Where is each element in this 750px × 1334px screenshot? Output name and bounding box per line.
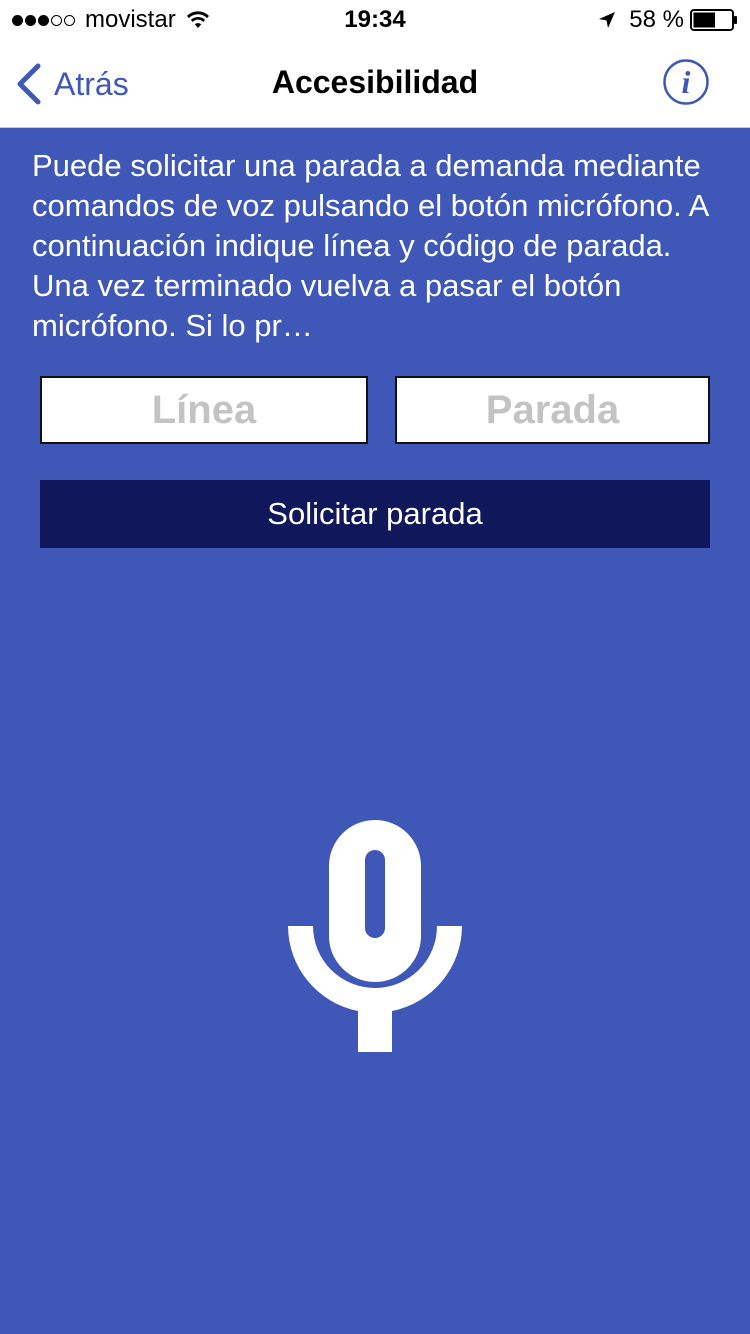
microphone-icon[interactable] [285,818,465,1054]
battery-icon [690,9,737,31]
back-label: Atrás [54,65,129,102]
stop-input[interactable] [395,376,710,444]
info-icon[interactable]: i [662,58,710,106]
status-bar: movistar 19:34 58 % [0,0,750,40]
chevron-left-icon [17,63,41,105]
battery-percentage: 58 % [629,6,684,33]
location-arrow-icon [599,12,616,28]
navigation-bar: Atrás Accesibilidad i [0,40,750,128]
svg-text:i: i [682,64,691,100]
line-input[interactable] [40,376,368,444]
back-button[interactable]: Atrás [14,60,129,108]
status-right: 58 % [597,6,738,34]
request-stop-button[interactable]: Solicitar parada [40,480,710,548]
instructions-text: Puede solicitar una parada a demanda med… [32,148,708,343]
